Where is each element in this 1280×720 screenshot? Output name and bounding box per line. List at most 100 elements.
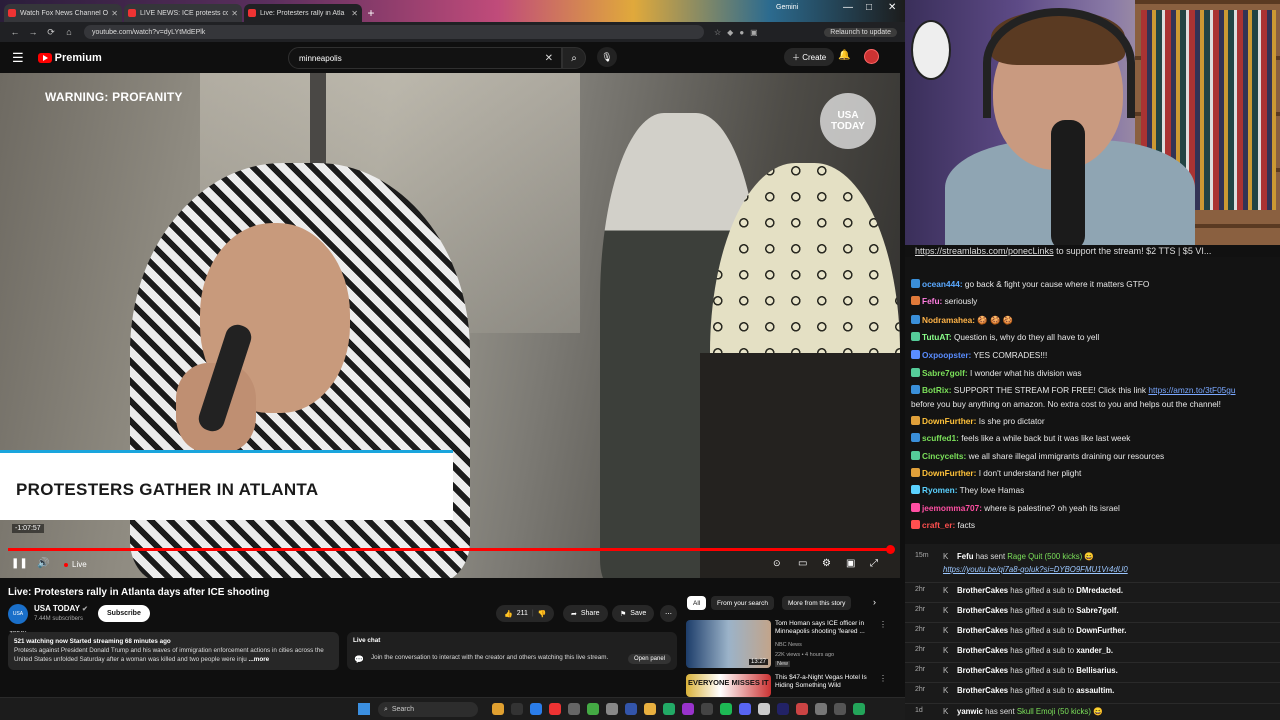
- app-icon[interactable]: [625, 703, 637, 715]
- discord-icon[interactable]: [739, 703, 751, 715]
- chat-username[interactable]: DownFurther:: [922, 468, 976, 478]
- account-avatar[interactable]: [864, 49, 879, 64]
- recommendation-thumbnail[interactable]: 13:27: [686, 620, 771, 668]
- star-icon[interactable]: ☆: [714, 28, 721, 37]
- settings-gear-icon[interactable]: ⚙: [822, 558, 831, 569]
- feed-username[interactable]: BrotherCakes: [957, 686, 1008, 695]
- new-tab-button[interactable]: +: [364, 6, 378, 20]
- more-vertical-icon[interactable]: ⋮: [879, 674, 887, 683]
- edge-icon[interactable]: [530, 703, 542, 715]
- feed-target[interactable]: assaultim.: [1076, 686, 1114, 695]
- channel-avatar[interactable]: USA TODAY: [8, 604, 28, 637]
- recommendation-title[interactable]: Tom Homan says ICE officer in Minneapoli…: [775, 620, 885, 636]
- browser-tab-active[interactable]: Live: Protesters rally in Atla ✕: [244, 4, 362, 22]
- filter-chip-all[interactable]: All: [687, 596, 707, 610]
- app-icon[interactable]: [777, 703, 789, 715]
- pause-icon[interactable]: ❚❚: [11, 558, 28, 569]
- spotify-icon[interactable]: [720, 703, 732, 715]
- voice-search-button[interactable]: 🎙: [597, 47, 617, 67]
- description-more-link[interactable]: ...more: [249, 656, 270, 663]
- clear-search-icon[interactable]: ✕: [545, 53, 553, 64]
- chat-username[interactable]: jeemomma707:: [922, 503, 982, 513]
- extension-icon[interactable]: ●: [739, 28, 744, 37]
- extension-icon[interactable]: ▣: [750, 28, 758, 37]
- app-icon[interactable]: [663, 703, 675, 715]
- progress-scrubber[interactable]: [886, 545, 895, 554]
- menu-icon[interactable]: ☰: [12, 50, 24, 66]
- chat-username[interactable]: Nodramahea:: [922, 315, 975, 325]
- more-vertical-icon[interactable]: ⋮: [879, 620, 887, 629]
- feed-link[interactable]: https://youtu.be/qi7a8-qoIuk?si=DYBO9FMU…: [943, 565, 1128, 574]
- chat-username[interactable]: ocean444:: [922, 279, 963, 289]
- minimize-icon[interactable]: —: [843, 2, 853, 13]
- share-button[interactable]: ➦ Share: [563, 605, 608, 622]
- theater-mode-icon[interactable]: ▣: [846, 558, 855, 569]
- app-icon[interactable]: [606, 703, 618, 715]
- more-actions-button[interactable]: ⋯: [660, 605, 677, 622]
- feed-username[interactable]: BrotherCakes: [957, 666, 1008, 675]
- feed-username[interactable]: BrotherCakes: [957, 606, 1008, 615]
- url-field[interactable]: youtube.com/watch?v=dyLYtMdEPlk: [84, 25, 704, 39]
- chat-username[interactable]: craft_er:: [922, 520, 955, 530]
- filter-chip-more-story[interactable]: More from this story: [782, 596, 852, 610]
- feed-username[interactable]: Fefu: [957, 552, 973, 561]
- chevron-right-icon[interactable]: ›: [873, 597, 876, 607]
- create-button[interactable]: ＋ Create: [784, 48, 835, 66]
- feed-target[interactable]: Sabre7golf.: [1076, 606, 1118, 615]
- youtube-logo[interactable]: Premium: [37, 52, 102, 64]
- chrome-icon[interactable]: [549, 703, 561, 715]
- chat-username[interactable]: Ryomen:: [922, 485, 958, 495]
- subscribe-button[interactable]: Subscribe: [98, 605, 150, 622]
- app-icon[interactable]: [796, 703, 808, 715]
- channel-name[interactable]: USA TODAY ✔: [34, 604, 88, 613]
- app-icon[interactable]: [834, 703, 846, 715]
- back-arrow-icon[interactable]: ←: [6, 27, 24, 37]
- close-icon[interactable]: ✕: [111, 9, 118, 18]
- notifications-bell-icon[interactable]: 🔔: [838, 50, 850, 61]
- description-box[interactable]: 521 watching now Started streaming 68 mi…: [8, 632, 339, 670]
- file-explorer-icon[interactable]: [492, 703, 504, 715]
- recommendation-title[interactable]: This $47-a-Night Vegas Hotel Is Hiding S…: [775, 674, 885, 690]
- browser-tab[interactable]: Watch Fox News Channel O ✕: [4, 4, 122, 22]
- feed-target[interactable]: DownFurther.: [1076, 626, 1126, 635]
- thumbs-down-icon[interactable]: 👎: [538, 610, 547, 618]
- taskbar-search[interactable]: ⌕ Search: [378, 702, 478, 717]
- chat-username[interactable]: Fefu:: [922, 296, 942, 306]
- extension-icon[interactable]: ◆: [727, 28, 733, 37]
- browser-tab[interactable]: LIVE NEWS: ICE protests contin✕: [124, 4, 242, 22]
- gemini-button[interactable]: Gemini: [776, 4, 798, 11]
- like-button[interactable]: 👍 211 | 👎: [496, 605, 555, 622]
- relaunch-button[interactable]: Relaunch to update: [824, 27, 897, 37]
- feed-username[interactable]: yanwic: [957, 707, 983, 716]
- video-player[interactable]: WARNING: PROFANITY USA TODAY PROTESTERS …: [0, 73, 900, 578]
- app-icon[interactable]: [853, 703, 865, 715]
- maximize-icon[interactable]: □: [866, 2, 872, 13]
- chat-username[interactable]: scuffed1:: [922, 433, 959, 443]
- chat-username[interactable]: DownFurther:: [922, 416, 976, 426]
- search-button[interactable]: ⌕: [562, 47, 586, 69]
- search-input[interactable]: minneapolis ✕: [288, 47, 562, 69]
- app-icon[interactable]: [682, 703, 694, 715]
- recommendation-thumbnail[interactable]: EVERYONE MISSES IT: [686, 674, 771, 697]
- captions-icon[interactable]: ▭: [798, 558, 807, 569]
- close-icon[interactable]: ✕: [231, 9, 238, 18]
- volume-icon[interactable]: 🔊: [37, 558, 49, 569]
- app-icon[interactable]: [587, 703, 599, 715]
- app-icon[interactable]: [701, 703, 713, 715]
- feed-target[interactable]: xander_b.: [1076, 646, 1113, 655]
- feed-username[interactable]: BrotherCakes: [957, 646, 1008, 655]
- feed-username[interactable]: BrotherCakes: [957, 626, 1008, 635]
- windows-start-icon[interactable]: [358, 703, 370, 715]
- task-view-icon[interactable]: [511, 703, 523, 715]
- chat-username[interactable]: BotRix:: [922, 385, 952, 395]
- window-close-icon[interactable]: ✕: [888, 2, 896, 13]
- chat-username[interactable]: TutuAT:: [922, 332, 952, 342]
- fullscreen-icon[interactable]: ⤢: [870, 558, 878, 569]
- live-indicator[interactable]: Live: [64, 560, 87, 569]
- forward-arrow-icon[interactable]: →: [24, 27, 42, 37]
- save-button[interactable]: ⚑ Save: [612, 605, 655, 622]
- folder-icon[interactable]: [644, 703, 656, 715]
- filter-chip-from-search[interactable]: From your search: [711, 596, 774, 610]
- recommendation-item[interactable]: 13:27 Tom Homan says ICE officer in Minn…: [686, 620, 901, 670]
- progress-bar[interactable]: [8, 545, 895, 554]
